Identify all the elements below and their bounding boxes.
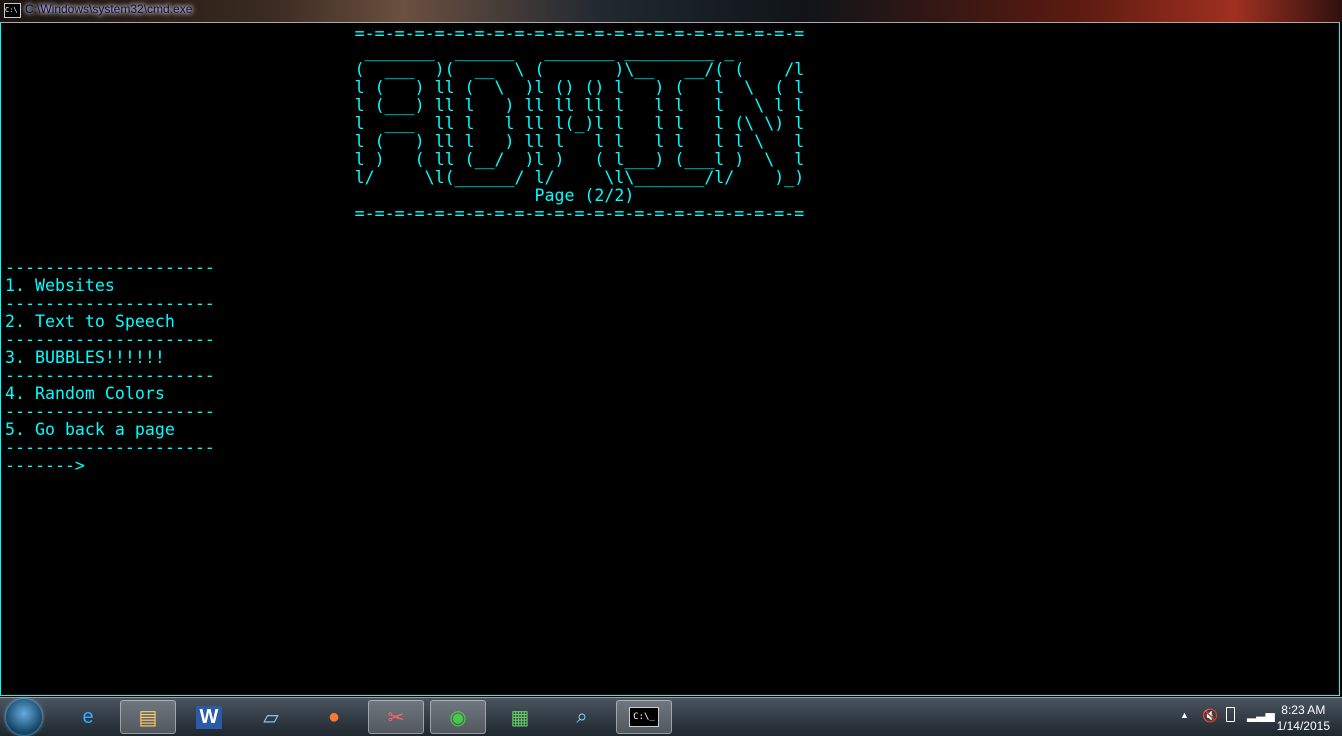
command-prompt-icon: C:\_ — [629, 707, 659, 727]
console-line: Page (2/2) — [5, 186, 635, 205]
console-output[interactable]: =-=-=-=-=-=-=-=-=-=-=-=-=-=-=-=-=-=-=-=-… — [5, 25, 1335, 695]
taskbar-firefox-button[interactable]: ● — [306, 700, 362, 734]
taskbar-chrome-button[interactable]: ◉ — [430, 700, 486, 734]
taskbar-task-manager-button[interactable]: ▦ — [492, 700, 548, 734]
console-line: --------------------- — [5, 438, 215, 457]
console-line: --------------------- — [5, 294, 215, 313]
console-line: --------------------- — [5, 258, 215, 277]
title-bar[interactable]: C:\ C:\Windows\system32\cmd.exe — [0, 0, 1342, 22]
console-line: 4. Random Colors — [5, 384, 165, 403]
console-line: =-=-=-=-=-=-=-=-=-=-=-=-=-=-=-=-=-=-=-=-… — [5, 204, 805, 223]
network-signal-icon[interactable]: ▂▃▅ — [1247, 708, 1275, 722]
console-line: =-=-=-=-=-=-=-=-=-=-=-=-=-=-=-=-=-=-=-=-… — [5, 24, 805, 43]
battery-icon[interactable] — [1226, 707, 1235, 722]
file-explorer-icon: ▤ — [138, 706, 158, 729]
task-manager-icon: ▦ — [510, 706, 530, 729]
console-line: l ) ( ll (__/ )l ) ( l___) (___l ) \ l — [5, 150, 805, 169]
firefox-icon: ● — [327, 705, 341, 728]
internet-explorer-icon: e — [82, 705, 94, 728]
system-tray: ▲ 🔇 ▂▃▅ 8:23 AM 1/14/2015 — [1162, 698, 1342, 736]
clock-time: 8:23 AM — [1281, 703, 1326, 717]
console-line: l (___) ll l ) ll ll ll l l l l \ l l — [5, 96, 805, 115]
console-line: 1. Websites — [5, 276, 115, 295]
console-line: --------------------- — [5, 330, 215, 349]
chrome-icon: ◉ — [449, 706, 467, 729]
console-line: 2. Text to Speech — [5, 312, 175, 331]
taskbar-file-explorer-button[interactable]: ▤ — [120, 700, 176, 734]
clock[interactable]: 8:23 AM 1/14/2015 — [1277, 702, 1330, 734]
console-line: l ___ ll l l ll l(_)l l l l l (\ \) l — [5, 114, 805, 133]
volume-muted-icon[interactable]: 🔇 — [1202, 708, 1218, 724]
console-line: --------------------- — [5, 402, 215, 421]
console-line: --------------------- — [5, 366, 215, 385]
start-button[interactable] — [6, 699, 42, 735]
taskbar-remote-desktop-button[interactable]: ⌕ — [554, 700, 610, 734]
snipping-tool-icon: ✂ — [387, 706, 405, 729]
clock-date: 1/14/2015 — [1276, 719, 1330, 733]
console-line: l ( ) ll ( \ )l () () l ) ( l \ ( l — [5, 78, 805, 97]
taskbar-word-button[interactable]: W — [181, 700, 237, 734]
console-line: -------> — [5, 456, 85, 475]
console-line: 5. Go back a page — [5, 420, 175, 439]
window-title: C:\Windows\system32\cmd.exe — [25, 2, 193, 16]
remote-desktop-icon: ⌕ — [576, 705, 588, 728]
console-line: l ( ) ll l ) ll l l l l l l l \ l — [5, 132, 805, 151]
console-line: ( ___ )( __ \ ( )\__ __/( ( /l — [5, 60, 805, 79]
console-line: _______ ______ _______ _________ _ — [5, 42, 735, 61]
taskbar-notepad-button[interactable]: ▱ — [243, 700, 299, 734]
taskbar: e ▤ W ▱ ● ✂ ◉ ▦ ⌕ C:\_ ▲ 🔇 ▂▃▅ 8:23 AM 1/14/2015 — [0, 697, 1342, 736]
taskbar-internet-explorer-button[interactable]: e — [60, 700, 116, 734]
console-line: 3. BUBBLES!!!!!! — [5, 348, 165, 367]
word-icon: W — [195, 705, 223, 729]
notepad-icon: ▱ — [263, 706, 279, 729]
show-hidden-icons-icon[interactable]: ▲ — [1180, 710, 1189, 720]
cmd-window-icon[interactable]: C:\ — [4, 3, 21, 18]
console-line: l/ \l(______/ l/ \l\_______/l/ )_) — [5, 168, 805, 187]
taskbar-snipping-tool-button[interactable]: ✂ — [368, 700, 424, 734]
taskbar-command-prompt-button[interactable]: C:\_ — [616, 700, 672, 734]
